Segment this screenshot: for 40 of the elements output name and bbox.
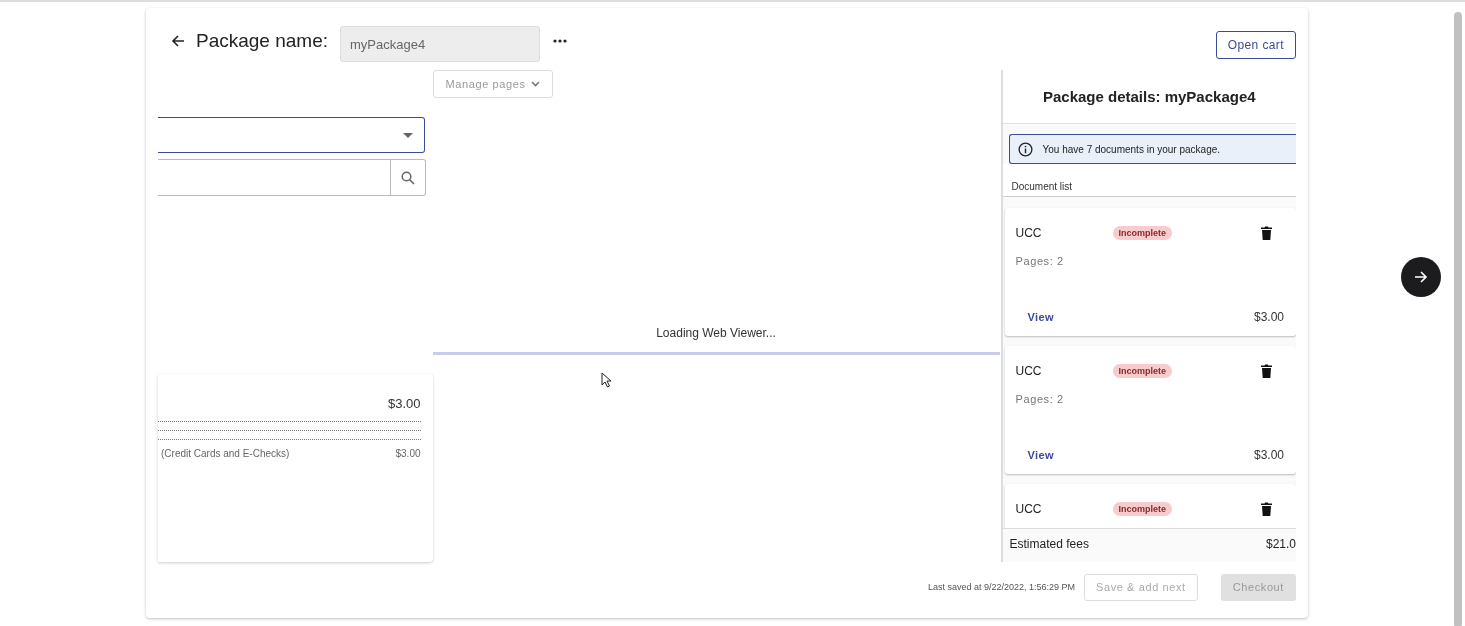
dropdown-field[interactable] xyxy=(158,117,425,153)
scrollbar[interactable] xyxy=(1454,12,1462,626)
search-icon xyxy=(401,170,415,185)
next-arrow-button[interactable] xyxy=(1401,257,1441,297)
trash-icon[interactable] xyxy=(1261,364,1272,378)
view-link[interactable]: View xyxy=(1027,449,1054,461)
info-text: You have 7 documents in your package. xyxy=(1042,143,1221,155)
panel-title: Package details: myPackage4 xyxy=(1002,70,1296,124)
fee-label: (Credit Cards and E-Checks) xyxy=(161,448,290,459)
document-name: UCC xyxy=(1015,502,1043,516)
page-count: Pages: 2 xyxy=(1015,255,1065,267)
dropdown-caret-icon xyxy=(403,132,413,138)
view-link[interactable]: View xyxy=(1027,311,1054,323)
more-options-icon[interactable] xyxy=(553,39,568,43)
document-list-label: Document list xyxy=(1002,164,1296,197)
estimated-fees-amount: $21.0 xyxy=(1265,536,1296,551)
fee-amount: $3.00 xyxy=(387,396,421,411)
package-name-label: Package name: xyxy=(196,30,329,52)
info-icon xyxy=(1017,141,1033,157)
document-name: UCC xyxy=(1015,364,1043,378)
mouse-cursor-icon xyxy=(600,372,612,388)
status-badge: Incomplete xyxy=(1112,502,1173,516)
trash-icon[interactable] xyxy=(1261,502,1272,516)
document-name: UCC xyxy=(1015,226,1043,240)
status-badge: Incomplete xyxy=(1112,364,1173,378)
chevron-down-icon xyxy=(530,81,540,87)
status-badge: Incomplete xyxy=(1112,226,1173,240)
open-cart-button[interactable]: Open cart xyxy=(1215,31,1296,59)
package-name-field[interactable]: myPackage4 xyxy=(340,26,541,62)
back-arrow-icon[interactable] xyxy=(170,33,186,49)
estimated-fees-label: Estimated fees xyxy=(1009,536,1089,551)
arrow-right-icon xyxy=(1413,269,1429,285)
page-count: Pages: 2 xyxy=(1015,393,1065,405)
document-price: $3.00 xyxy=(1253,448,1284,462)
loading-text: Loading Web Viewer... xyxy=(655,326,777,340)
fee-amount: $3.00 xyxy=(395,448,421,459)
last-saved-text: Last saved at 9/22/2022, 1:56:29 PM xyxy=(927,582,1075,592)
trash-icon[interactable] xyxy=(1261,226,1272,240)
search-field[interactable] xyxy=(158,159,426,196)
document-price: $3.00 xyxy=(1253,310,1284,324)
